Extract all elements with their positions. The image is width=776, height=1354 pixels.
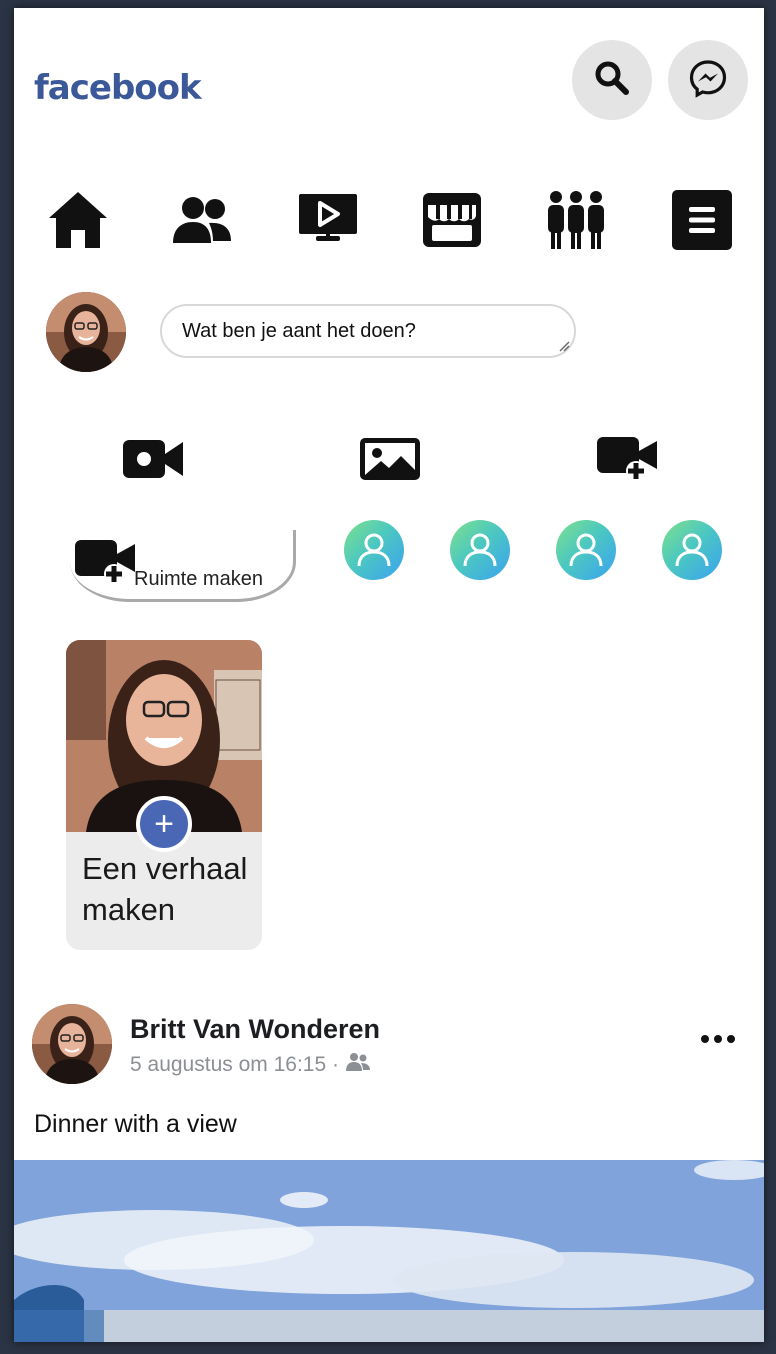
marketplace-icon — [421, 191, 483, 254]
person-icon — [569, 533, 603, 567]
person-icon — [463, 533, 497, 567]
post-meta: 5 augustus om 16:15 · — [130, 1052, 371, 1078]
post-more-options-button[interactable] — [698, 1024, 738, 1054]
post-photo[interactable] — [14, 1160, 764, 1342]
more-dot-icon — [714, 1035, 722, 1043]
facebook-logo[interactable]: facebook — [34, 68, 202, 108]
create-room-icon — [596, 435, 658, 488]
composer-avatar[interactable] — [46, 292, 126, 372]
profile-photo-icon — [32, 1004, 112, 1084]
live-video-icon — [122, 438, 184, 485]
resize-grip-icon[interactable] — [558, 340, 570, 352]
nav-home[interactable] — [46, 190, 110, 254]
create-room-label: Ruimte maken — [134, 568, 263, 590]
friends-icon — [171, 195, 233, 250]
watch-icon — [297, 192, 359, 253]
create-room-icon — [74, 538, 136, 591]
create-room-button[interactable] — [592, 436, 662, 486]
post-author-name[interactable]: Britt Van Wonderen — [130, 1014, 380, 1045]
create-story-card[interactable]: + Een verhaal maken — [66, 640, 262, 950]
person-icon — [675, 533, 709, 567]
room-friend-2[interactable] — [450, 520, 510, 580]
search-button[interactable] — [572, 40, 652, 120]
nav-marketplace[interactable] — [420, 190, 484, 254]
photo-button[interactable] — [355, 436, 425, 486]
messenger-button[interactable] — [668, 40, 748, 120]
add-story-button[interactable]: + — [136, 796, 192, 852]
nav-watch[interactable] — [296, 190, 360, 254]
groups-icon — [545, 189, 607, 256]
post-timestamp[interactable]: 5 augustus om 16:15 · — [130, 1053, 339, 1077]
sky-landscape-photo — [14, 1160, 764, 1342]
live-video-button[interactable] — [118, 436, 188, 486]
photo-icon — [359, 437, 421, 486]
nav-friends[interactable] — [170, 190, 234, 254]
status-input[interactable]: Wat ben je aant het doen? — [160, 304, 576, 358]
home-icon — [47, 190, 109, 255]
post-author-avatar[interactable] — [32, 1004, 112, 1084]
create-room-pill[interactable]: Ruimte maken — [70, 530, 296, 602]
menu-icon — [671, 189, 733, 256]
room-friend-3[interactable] — [556, 520, 616, 580]
post-text: Dinner with a view — [34, 1110, 237, 1138]
create-story-label: Een verhaal maken — [82, 851, 248, 927]
search-icon — [593, 59, 631, 102]
nav-menu[interactable] — [670, 189, 734, 256]
friends-audience-icon[interactable] — [345, 1052, 371, 1078]
room-friend-1[interactable] — [344, 520, 404, 580]
messenger-icon — [688, 58, 728, 103]
person-icon — [357, 533, 391, 567]
more-dot-icon — [727, 1035, 735, 1043]
more-dot-icon — [701, 1035, 709, 1043]
profile-photo-icon — [46, 292, 126, 372]
status-placeholder: Wat ben je aant het doen? — [182, 319, 416, 342]
room-friend-4[interactable] — [662, 520, 722, 580]
app-frame: facebook Wat ben je aant het doen? Ruimt… — [14, 8, 764, 1342]
nav-groups[interactable] — [544, 190, 608, 254]
